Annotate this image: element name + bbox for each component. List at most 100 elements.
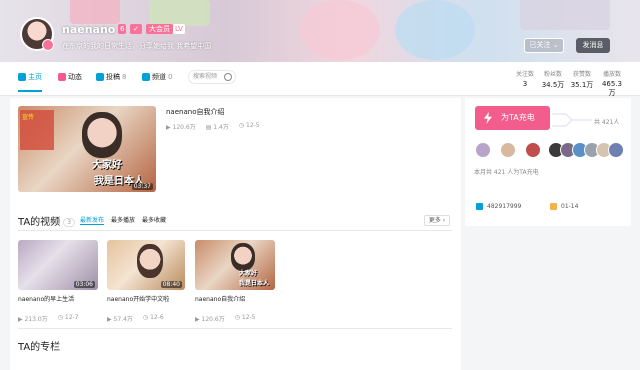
play-count-value: 213.0万 xyxy=(24,316,48,323)
videos-section-title: TA的视频 3 xyxy=(18,213,76,228)
column-section-title: TA的专栏 xyxy=(18,342,61,353)
follow-button[interactable]: 已关注 ⌄ xyxy=(524,38,564,53)
search-placeholder: 搜索视频 xyxy=(193,73,218,80)
video-meta: ▶ 213.0万 ◷ 12-7 xyxy=(18,314,79,323)
section-title-text: TA的视频 xyxy=(18,217,61,228)
charger-avatar[interactable] xyxy=(608,142,624,158)
video-thumbnail[interactable]: 大家好 我是日本人 xyxy=(195,240,275,290)
video-duration: 03:06 xyxy=(73,281,95,288)
tab-channels[interactable]: 频道 0 xyxy=(142,72,172,82)
stat-value: 3 xyxy=(522,80,528,88)
publish-date-value: 12-5 xyxy=(241,314,256,321)
featured-video-thumbnail[interactable]: 宣传 大家好 我是日本人 03:37 xyxy=(18,106,156,192)
sort-most-favorited[interactable]: 最多收藏 xyxy=(142,215,166,224)
tab-label: 主页 xyxy=(28,73,42,81)
avatar[interactable] xyxy=(20,17,54,51)
birthday-info: 01-14 xyxy=(550,203,578,210)
play-count: ▶ 213.0万 xyxy=(18,316,48,323)
play-count-value: 57.4万 xyxy=(113,316,133,323)
username: naenano xyxy=(62,23,116,36)
publish-date-value: 12-6 xyxy=(150,314,164,321)
user-signature: 在东京的我的日常生活，分享她给我 我希望中国 xyxy=(62,42,212,50)
search-icon[interactable] xyxy=(224,73,232,81)
stat-label: 播放数 xyxy=(602,71,621,78)
sort-most-played[interactable]: 最多播放 xyxy=(111,215,135,224)
verified-icon xyxy=(42,39,54,51)
publish-date: ◷ 12-7 xyxy=(57,314,79,321)
tab-uploads[interactable]: 投稿 8 xyxy=(96,72,126,82)
person-figure xyxy=(82,112,122,158)
charge-note: 本月共 421 人为TA充电 xyxy=(474,169,539,176)
uid-value: 482917999 xyxy=(487,203,522,210)
stat-label: 获赞数 xyxy=(572,71,591,78)
publish-date-value: 12-5 xyxy=(246,122,260,129)
video-thumbnail[interactable]: 08:40 xyxy=(107,240,185,290)
video-duration: 03:37 xyxy=(131,183,153,190)
banner-decor xyxy=(520,0,610,30)
home-icon xyxy=(18,73,26,81)
play-count-value: 120.6万 xyxy=(201,316,225,323)
vip-badge: ✓ xyxy=(130,24,142,34)
level-tag: LV xyxy=(173,24,185,34)
video-meta: ▶ 120.6万 ◷ 12-5 xyxy=(195,314,256,323)
publish-date: ◷ 12-6 xyxy=(142,314,164,321)
channel-icon xyxy=(142,73,150,81)
charger-avatar[interactable] xyxy=(475,142,491,158)
charger-avatar[interactable] xyxy=(525,142,541,158)
message-button[interactable]: 发消息 xyxy=(576,38,610,53)
featured-video-meta: ▶ 120.6万 ▤ 1.4万 ◷ 12-5 xyxy=(166,122,260,131)
tab-count: 0 xyxy=(168,73,173,81)
tab-count: 8 xyxy=(122,73,127,81)
play-count-value: 120.6万 xyxy=(172,124,196,131)
video-title[interactable]: naenano开始学中文啦 xyxy=(107,294,169,303)
divider xyxy=(18,328,452,329)
divider xyxy=(18,230,452,231)
publish-date: ◷ 12-5 xyxy=(234,314,256,321)
section-count: 3 xyxy=(63,217,76,227)
publish-date: ◷ 12-5 xyxy=(238,122,260,129)
tab-label: 投稿 xyxy=(106,73,120,81)
stat-likes: 获赞数 35.1万 xyxy=(569,69,595,90)
big-member-badge: 大会员 xyxy=(146,24,173,34)
charge-button-label: 为TA充电 xyxy=(501,113,535,122)
tab-label: 频道 xyxy=(152,73,166,81)
dynamic-icon xyxy=(58,73,66,81)
stat-label: 关注数 xyxy=(515,71,534,78)
caption-bottom: 我是日本人 xyxy=(239,280,270,287)
stat-label: 粉丝数 xyxy=(543,71,562,78)
tab-home[interactable]: 主页 xyxy=(18,72,42,92)
charge-button[interactable]: 为TA充电 xyxy=(475,106,550,130)
like-count: ▤ 1.4万 xyxy=(205,124,229,131)
play-count: ▶ 120.6万 xyxy=(166,124,196,131)
stat-fans[interactable]: 粉丝数 34.5万 xyxy=(540,69,566,90)
like-count-value: 1.4万 xyxy=(213,124,229,131)
sign-text: 宣传 xyxy=(22,114,35,121)
tab-dynamic[interactable]: 动态 xyxy=(58,72,82,82)
sort-latest[interactable]: 最新发布 xyxy=(80,215,105,225)
search-input[interactable]: 搜索视频 xyxy=(188,70,236,84)
caption-top: 大家好 xyxy=(92,160,122,171)
featured-video-title[interactable]: naenano自我介绍 xyxy=(166,107,224,117)
video-thumbnail[interactable]: 03:06 xyxy=(18,240,98,290)
banner-character xyxy=(300,0,380,60)
charger-avatar[interactable] xyxy=(500,142,516,158)
level-badge: 6 xyxy=(118,24,127,34)
stat-plays: 播放数 465.3万 xyxy=(599,69,625,98)
tab-label: 动态 xyxy=(68,73,82,81)
video-title[interactable]: naenano自我介绍 xyxy=(195,294,245,303)
banner-decor xyxy=(70,0,120,24)
cake-icon xyxy=(550,203,557,210)
play-count: ▶ 57.4万 xyxy=(107,316,133,323)
stat-value: 465.3万 xyxy=(601,80,623,97)
video-title[interactable]: naenano的早上生活 xyxy=(18,294,74,303)
lightning-icon xyxy=(484,112,492,124)
person-figure xyxy=(231,243,255,271)
video-meta: ▶ 57.4万 ◷ 12-6 xyxy=(107,314,164,323)
more-button[interactable]: 更多 › xyxy=(424,215,450,226)
profile-nav: 主页 动态 投稿 8 频道 0 搜索视频 关注数 3 粉丝数 34.5万 获赞数 35… xyxy=(0,62,640,98)
caption-top: 大家好 xyxy=(239,270,258,277)
charge-decor-lines xyxy=(552,113,592,127)
banner-decor xyxy=(150,0,210,26)
stat-following[interactable]: 关注数 3 xyxy=(512,69,538,88)
banner-character xyxy=(395,0,475,60)
